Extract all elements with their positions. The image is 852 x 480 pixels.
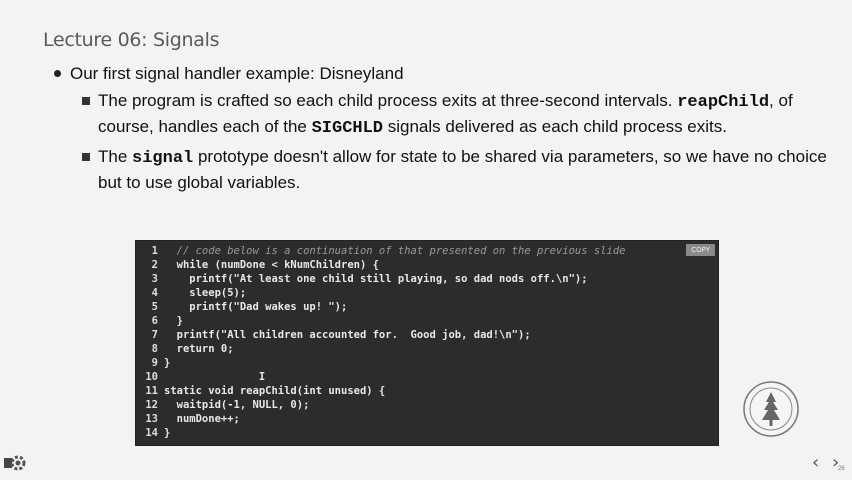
code-line: 6 }: [136, 314, 183, 328]
line-number: 1: [151, 245, 158, 257]
code-text: return 0;: [164, 343, 234, 355]
code-line: 9}: [136, 356, 171, 370]
page-number: 26: [838, 466, 845, 472]
line-number: 12: [145, 399, 158, 411]
code-line: 5 printf("Dad wakes up! ");: [136, 300, 348, 314]
code-text: }: [164, 357, 171, 369]
code-text: while (numDone < kNumChildren) {: [164, 259, 379, 271]
line-number: 4: [151, 287, 158, 299]
copy-button[interactable]: COPY: [686, 244, 715, 256]
code-text: I: [164, 371, 266, 383]
code-text: }: [164, 427, 171, 439]
code-line: 11 static void reapChild(int unused) {: [136, 384, 385, 398]
line-number: 7: [151, 329, 158, 341]
text: prototype doesn't allow for state to be …: [98, 147, 827, 192]
sub-bullet-reapchild: The program is crafted so each child pro…: [80, 89, 840, 141]
line-number: 2: [151, 259, 158, 271]
code-line: 13 numDone++;: [136, 412, 240, 426]
code-text: printf("At least one child still playing…: [164, 273, 588, 285]
code-line: 10 I: [136, 370, 265, 384]
bullet-list: Our first signal handler example: Disney…: [50, 62, 840, 195]
code-line: 4 sleep(5);: [136, 286, 247, 300]
code-text: static void reapChild(int unused) {: [164, 385, 386, 397]
line-number: 8: [151, 343, 158, 355]
code-line: 2 while (numDone < kNumChildren) {: [136, 258, 379, 272]
code-keyword-sigchld: SIGCHLD: [311, 119, 384, 138]
code-line: 8 return 0;: [136, 342, 234, 356]
code-line: 3 printf("At least one child still playi…: [136, 272, 588, 286]
code-keyword-signal: signal: [132, 149, 194, 168]
text: signals delivered as each child process …: [383, 117, 727, 136]
sub-bullet-signal: The signal prototype doesn't allow for s…: [80, 145, 840, 195]
code-text: // code below is a continuation of that …: [164, 245, 626, 257]
line-number: 10: [145, 371, 158, 383]
code-text: }: [164, 315, 183, 327]
line-number: 14: [145, 427, 158, 439]
code-line: 7 printf("All children accounted for. Go…: [136, 328, 531, 342]
line-number: 11: [145, 385, 158, 397]
code-keyword-reapchild: reapChild: [677, 93, 770, 112]
text: The program is crafted so each child pro…: [98, 91, 678, 110]
stanford-seal-icon: [743, 381, 799, 437]
code-text: printf("Dad wakes up! ");: [164, 301, 348, 313]
line-number: 5: [151, 301, 158, 313]
code-line: 1 // code below is a continuation of tha…: [136, 244, 626, 258]
text: The: [98, 147, 133, 166]
code-line: 12 waitpid(-1, NULL, 0);: [136, 398, 309, 412]
code-text: sleep(5);: [164, 287, 247, 299]
code-block: COPY 1 // code below is a continuation o…: [135, 240, 719, 446]
chevron-left-icon[interactable]: ‹: [812, 452, 819, 473]
code-text: numDone++;: [164, 413, 240, 425]
code-text: waitpid(-1, NULL, 0);: [164, 399, 310, 411]
bullet-main: Our first signal handler example: Disney…: [50, 62, 840, 85]
line-number: 13: [145, 413, 158, 425]
line-number: 3: [151, 273, 158, 285]
code-line: 14}: [136, 426, 170, 440]
slide-title: Lecture 06: Signals: [43, 29, 220, 51]
gear-icon[interactable]: [4, 452, 26, 474]
line-number: 9: [151, 357, 158, 369]
code-text: printf("All children accounted for. Good…: [164, 329, 531, 341]
line-number: 6: [151, 315, 158, 327]
